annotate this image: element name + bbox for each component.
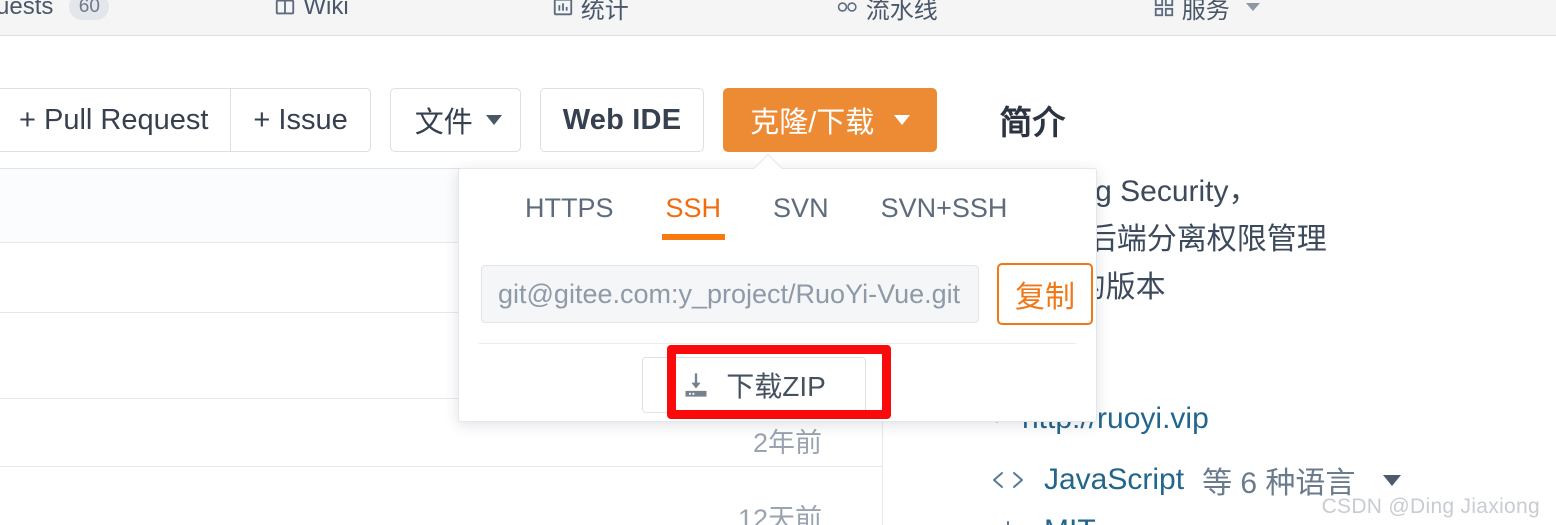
nav-item-pull-requests[interactable]: uests 60 — [0, 0, 110, 21]
clone-download-dropdown-panel: HTTPS SSH SVN SVN+SSH git@gitee.com:y_pr… — [458, 153, 1097, 422]
nav-pipeline-label: 流水线 — [865, 0, 938, 24]
watermark-text: CSDN @Ding Jiaxiong — [1321, 495, 1540, 518]
tab-https-label: HTTPS — [525, 193, 614, 223]
files-dropdown-label: 文件 — [414, 107, 473, 139]
clone-url-input[interactable]: git@gitee.com:y_project/RuoYi-Vue.git — [481, 265, 979, 323]
clone-download-button[interactable]: 克隆/下载 — [723, 88, 938, 152]
tab-svn-label: SVN — [773, 193, 829, 223]
chart-icon — [552, 0, 574, 18]
repository-action-bar: + Pull Request + Issue 文件 Web IDE 克隆/下载 … — [0, 88, 1065, 152]
nav-item-service[interactable]: 服务 — [1153, 0, 1260, 25]
download-icon — [682, 371, 710, 399]
tab-svn-ssh-label: SVN+SSH — [880, 193, 1008, 223]
download-zip-label: 下载ZIP — [726, 371, 826, 402]
web-ide-button[interactable]: Web IDE — [539, 88, 705, 152]
nav-pull-requests-label: uests — [0, 0, 54, 20]
chevron-down-icon — [894, 115, 911, 125]
new-issue-button[interactable]: + Issue — [231, 88, 371, 152]
chevron-down-icon[interactable] — [1383, 474, 1402, 486]
language-name: JavaScript — [1044, 463, 1185, 496]
nav-stats-label: 统计 — [580, 0, 629, 24]
tab-svn-ssh[interactable]: SVN+SSH — [855, 185, 1034, 240]
tab-ssh-label: SSH — [665, 193, 722, 223]
page-section-title: 简介 — [999, 104, 1066, 141]
create-button-group: + Pull Request + Issue — [0, 88, 371, 152]
screenshot-root: uests 60 Wiki 统计 流水线 服务 2年前 12天前 Securit… — [0, 0, 1556, 525]
new-issue-label: + Issue — [253, 103, 348, 136]
book-icon — [274, 0, 296, 18]
nav-item-stats[interactable]: 统计 — [552, 0, 629, 25]
panel-pointer-arrow — [753, 153, 783, 183]
clone-download-label: 克隆/下载 — [750, 107, 875, 139]
new-pull-request-label: + Pull Request — [19, 103, 209, 136]
copy-url-button[interactable]: 复制 — [997, 263, 1093, 325]
web-ide-label: Web IDE — [562, 103, 682, 136]
nav-item-wiki[interactable]: Wiki — [274, 0, 349, 21]
chevron-down-icon — [1245, 3, 1260, 11]
tab-https[interactable]: HTTPS — [499, 185, 640, 240]
top-navigation-items: uests 60 Wiki 统计 流水线 服务 — [0, 0, 1556, 35]
code-icon — [990, 465, 1026, 495]
tab-ssh[interactable]: SSH — [640, 185, 748, 240]
files-dropdown-button[interactable]: 文件 — [389, 88, 521, 152]
scale-icon — [990, 516, 1026, 525]
clone-url-row: git@gitee.com:y_project/RuoYi-Vue.git 复制 — [481, 263, 1093, 325]
tab-svn[interactable]: SVN — [747, 185, 855, 240]
nav-item-pipeline[interactable]: 流水线 — [837, 0, 938, 25]
license-name: MIT — [1044, 514, 1096, 525]
panel-separator — [479, 343, 1076, 344]
grid-icon — [1153, 0, 1175, 18]
row-timestamp: 2年前 — [752, 428, 822, 458]
copy-url-label: 复制 — [1015, 281, 1075, 314]
nav-wiki-label: Wiki — [303, 0, 349, 20]
table-row[interactable]: 12天前 — [0, 467, 882, 525]
license-row[interactable]: MIT — [990, 514, 1096, 525]
chevron-down-icon — [485, 115, 502, 125]
row-timestamp: 12天前 — [737, 504, 822, 525]
download-zip-wrapper: 下载ZIP — [642, 357, 866, 413]
top-navigation-bar: uests 60 Wiki 统计 流水线 服务 — [0, 0, 1556, 36]
nav-pull-requests-badge: 60 — [69, 0, 110, 20]
new-pull-request-button[interactable]: + Pull Request — [0, 88, 232, 152]
nav-service-label: 服务 — [1181, 0, 1230, 24]
infinity-icon — [837, 0, 859, 18]
protocol-tab-list: HTTPS SSH SVN SVN+SSH — [499, 185, 1033, 240]
download-zip-button[interactable]: 下载ZIP — [642, 357, 866, 413]
